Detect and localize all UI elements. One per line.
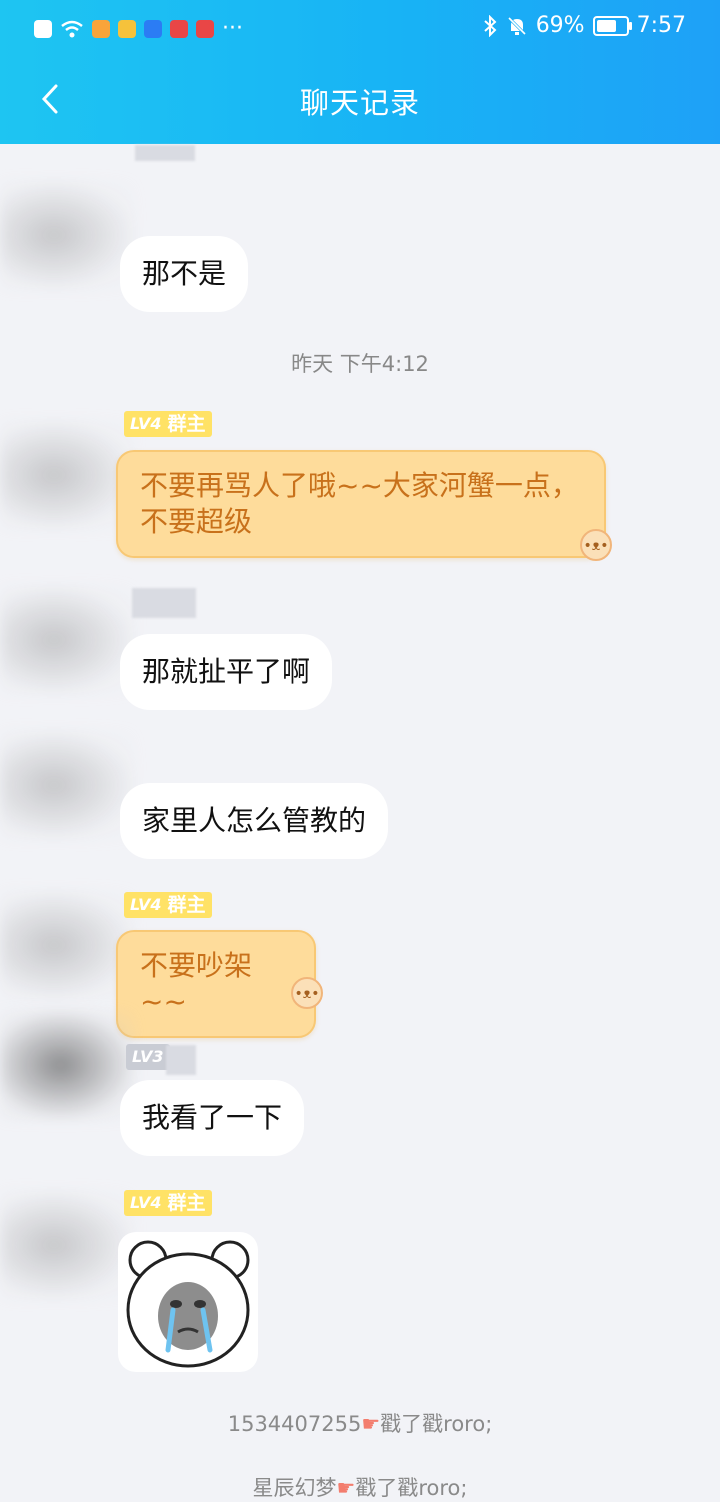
message-text: 家里人怎么管教的	[142, 804, 367, 837]
avatar[interactable]	[0, 1190, 135, 1300]
battery-percent: 69%	[535, 13, 585, 38]
book-app-icon	[196, 19, 214, 38]
owner-message-bubble[interactable]: 不要再骂人了哦~~大家河蟹一点，不要超级	[116, 450, 606, 558]
message-bubble[interactable]: 家里人怎么管教的	[120, 783, 389, 859]
message-bubble[interactable]: 我看了一下	[120, 1080, 305, 1156]
status-right: 69% 7:57	[482, 13, 686, 38]
poke-action: 戳了戳roro;	[380, 1412, 493, 1436]
avatar[interactable]	[0, 730, 135, 840]
level-label: LV4	[130, 414, 162, 433]
crying-bear-icon	[126, 1240, 250, 1368]
status-bar: ··· 69% 7:57	[0, 0, 720, 56]
level-label: LV3	[132, 1047, 164, 1066]
sender-name	[166, 1045, 196, 1075]
wifi-icon	[61, 20, 83, 37]
message-bubble[interactable]: 那不是	[120, 236, 249, 312]
huawei-app-icon	[170, 19, 188, 38]
poke-actor: 1534407255	[227, 1412, 362, 1436]
poke-finger-icon: ☛	[336, 1476, 356, 1500]
role-label: 群主	[167, 1192, 206, 1214]
sender-name	[135, 145, 195, 161]
role-label: 群主	[167, 413, 206, 435]
clock: 7:57	[636, 13, 686, 38]
avatar[interactable]	[0, 890, 135, 1000]
message-bubble[interactable]: 那就扯平了啊	[120, 634, 333, 710]
message-text: 那不是	[142, 257, 227, 290]
alert-icon	[34, 19, 52, 38]
page-title: 聊天记录	[299, 86, 420, 120]
poke-notice: 1534407255☛戳了戳roro;	[0, 1408, 720, 1438]
navbar: 聊天记录	[0, 56, 720, 144]
poke-actor: 星辰幻梦	[252, 1476, 337, 1500]
level-label: LV4	[130, 895, 162, 914]
avatar[interactable]	[0, 1010, 135, 1120]
role-badge: LV4 群主	[124, 1190, 212, 1216]
status-left-icons: ···	[34, 16, 243, 41]
avatar[interactable]	[0, 420, 135, 530]
level-label: LV4	[130, 1193, 162, 1212]
message-text: 不要吵架~~	[140, 949, 253, 1018]
app-store-icon	[118, 19, 136, 38]
header: ··· 69% 7:57 聊天记录	[0, 0, 720, 144]
poke-finger-icon: ☛	[361, 1412, 381, 1436]
bluetooth-icon	[484, 14, 497, 37]
message-text: 不要再骂人了哦~~大家河蟹一点，不要超级	[140, 469, 579, 538]
message-text: 那就扯平了啊	[142, 655, 311, 688]
poke-notice: 星辰幻梦☛戳了戳roro;	[0, 1472, 720, 1502]
avatar[interactable]	[0, 180, 135, 290]
role-badge: LV4 群主	[124, 411, 212, 437]
crying-bear-sticker[interactable]	[118, 1232, 258, 1372]
video-app-icon	[92, 19, 110, 38]
mute-bell-icon	[507, 16, 526, 35]
sender-name	[132, 588, 196, 618]
battery-icon	[592, 15, 632, 36]
level-badge: LV3	[126, 1044, 170, 1070]
owner-message-bubble[interactable]: 不要吵架~~	[116, 930, 316, 1038]
role-badge: LV4 群主	[124, 892, 212, 918]
cat-bubble-icon: •ᴥ•	[580, 529, 612, 561]
message-text: 我看了一下	[142, 1101, 283, 1134]
lightbulb-app-icon	[144, 19, 162, 38]
avatar[interactable]	[0, 585, 135, 695]
more-notifications: ···	[222, 16, 243, 41]
cat-bubble-icon: •ᴥ•	[291, 977, 323, 1009]
timestamp: 昨天 下午4:12	[291, 352, 429, 376]
poke-action: 戳了戳roro;	[355, 1476, 468, 1500]
role-label: 群主	[167, 894, 206, 916]
